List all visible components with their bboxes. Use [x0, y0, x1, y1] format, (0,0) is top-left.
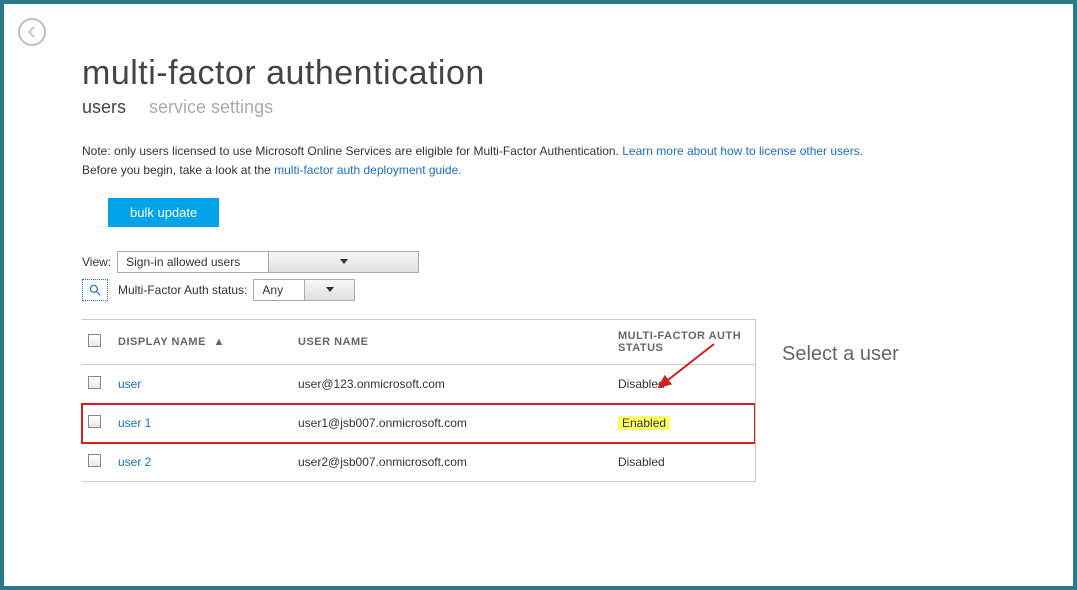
column-mfa-status[interactable]: MULTI-FACTOR AUTH STATUS	[612, 320, 755, 365]
status-badge: Enabled	[618, 416, 670, 430]
side-panel: Select a user	[755, 319, 1055, 482]
column-display-name-label: DISPLAY NAME	[118, 336, 206, 348]
users-table: DISPLAY NAME ▲ USER NAME MULTI-FACTOR AU…	[82, 319, 755, 482]
row-display-name: user	[112, 365, 292, 404]
checkbox-icon[interactable]	[88, 415, 101, 428]
row-checkbox[interactable]	[82, 365, 112, 404]
sort-asc-icon: ▲	[213, 336, 224, 348]
checkbox-icon[interactable]	[88, 454, 101, 467]
tab-users[interactable]: users	[82, 97, 126, 117]
search-icon	[88, 283, 102, 297]
row-mfa-status: Disabled	[612, 443, 755, 482]
back-button[interactable]	[18, 18, 46, 46]
row-mfa-status: Enabled	[612, 404, 755, 443]
select-all-header[interactable]	[82, 320, 112, 365]
mfa-status-label: Multi-Factor Auth status:	[118, 283, 247, 297]
view-select-value: Sign-in allowed users	[118, 255, 268, 269]
arrow-left-icon	[25, 25, 39, 39]
row-mfa-status: Disabled	[612, 365, 755, 404]
mfa-status-arrow	[304, 280, 354, 300]
checkbox-icon	[88, 334, 101, 347]
checkbox-icon[interactable]	[88, 376, 101, 389]
row-user-name: user2@jsb007.onmicrosoft.com	[292, 443, 612, 482]
row-display-name: user 2	[112, 443, 292, 482]
row-user-name: user@123.onmicrosoft.com	[292, 365, 612, 404]
table-row[interactable]: user 1 user1@jsb007.onmicrosoft.com Enable…	[82, 404, 755, 443]
license-users-link[interactable]: Learn more about how to license other us…	[622, 144, 863, 158]
view-select[interactable]: Sign-in allowed users	[117, 251, 419, 273]
chevron-down-icon	[340, 259, 348, 265]
user-link[interactable]: user 1	[118, 416, 151, 430]
column-user-name[interactable]: USER NAME	[292, 320, 612, 365]
deployment-guide-link[interactable]: multi-factor auth deployment guide.	[274, 163, 461, 177]
mfa-status-select[interactable]: Any	[253, 279, 355, 301]
user-link[interactable]: user	[118, 377, 141, 391]
side-panel-title: Select a user	[782, 343, 1055, 366]
row-display-name: user 1	[112, 404, 292, 443]
search-button[interactable]	[82, 279, 108, 301]
row-checkbox[interactable]	[82, 443, 112, 482]
row-user-name: user1@jsb007.onmicrosoft.com	[292, 404, 612, 443]
mfa-status-value: Any	[254, 283, 304, 297]
table-row[interactable]: user user@123.onmicrosoft.comDisabled	[82, 365, 755, 404]
note-line1-text: Note: only users licensed to use Microso…	[82, 144, 622, 158]
view-label: View:	[82, 255, 111, 269]
user-link[interactable]: user 2	[118, 455, 151, 469]
note-line2-text: Before you begin, take a look at the	[82, 163, 274, 177]
bulk-update-button[interactable]: bulk update	[108, 198, 219, 227]
chevron-down-icon	[326, 287, 334, 293]
page-title: multi-factor authentication	[82, 54, 1055, 93]
table-row[interactable]: user 2 user2@jsb007.onmicrosoft.comDisabl…	[82, 443, 755, 482]
eligibility-note: Note: only users licensed to use Microso…	[82, 142, 1055, 180]
tab-service-settings[interactable]: service settings	[149, 97, 273, 117]
column-display-name[interactable]: DISPLAY NAME ▲	[112, 320, 292, 365]
tabs: users service settings	[82, 97, 1055, 118]
row-checkbox[interactable]	[82, 404, 112, 443]
view-select-arrow	[268, 252, 418, 272]
